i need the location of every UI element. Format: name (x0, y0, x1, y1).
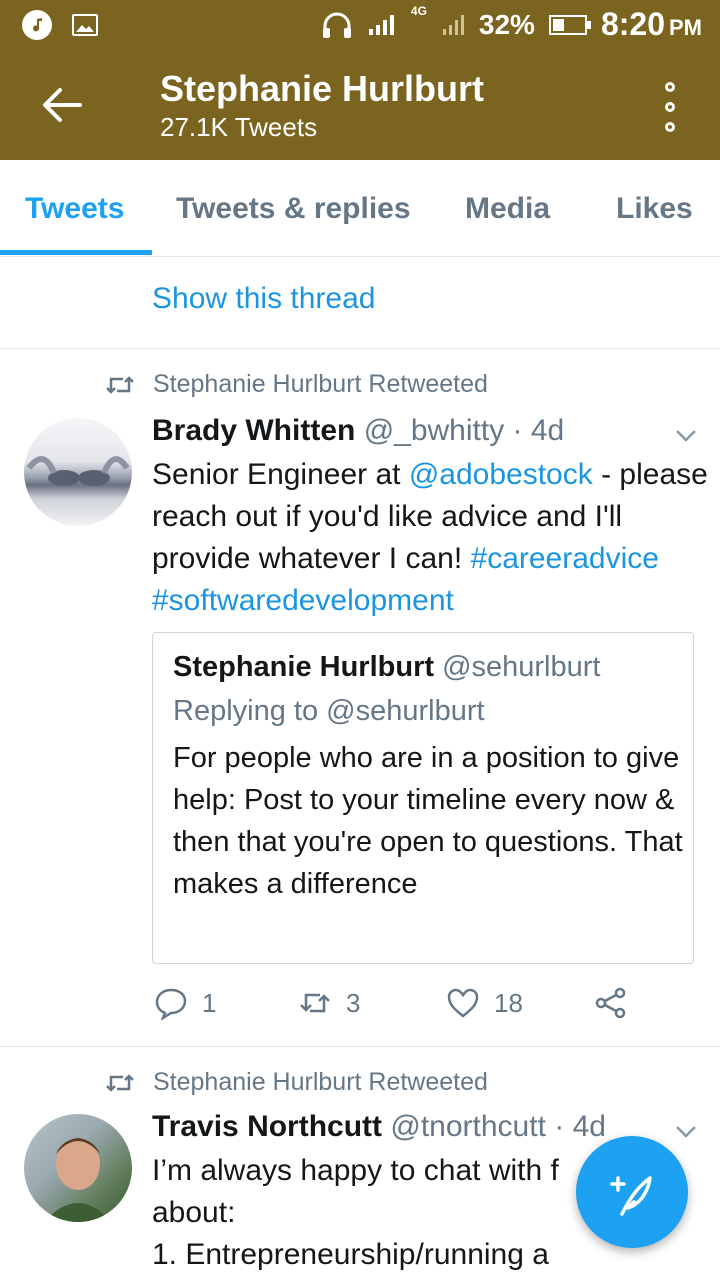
tweet-text: Senior Engineer at @adobestock - please … (152, 458, 708, 617)
like-button[interactable]: 18 (446, 986, 523, 1020)
replying-to: Replying to @sehurlburt (173, 695, 485, 727)
tweet-author[interactable]: Brady Whitten @_bwhitty · 4d (152, 414, 564, 448)
tab-tweets-replies[interactable]: Tweets & replies (176, 192, 411, 226)
profile-tabs: Tweets Tweets & replies Media Likes (0, 160, 720, 257)
reply-button[interactable]: 1 (154, 986, 216, 1020)
show-thread-link[interactable]: Show this thread (152, 282, 375, 316)
chevron-down-icon[interactable] (674, 428, 698, 444)
retweet-context: Stephanie Hurlburt Retweeted (105, 370, 488, 399)
clock: 8:20 PM (600, 6, 702, 42)
profile-name: Stephanie Hurlburt (160, 68, 485, 109)
share-button[interactable] (594, 986, 628, 1020)
tweet-text: I’m always happy to chat with f about: 1… (152, 1154, 559, 1271)
active-tab-indicator (0, 250, 152, 255)
quoted-text: For people who are in a position to give… (173, 742, 683, 900)
tab-tweets[interactable]: Tweets (25, 192, 124, 226)
retweet-icon (106, 375, 134, 394)
signal-icon-2 (442, 14, 464, 35)
gallery-icon (72, 14, 98, 36)
compose-tweet-button[interactable] (576, 1136, 688, 1248)
signal-icon (368, 14, 394, 35)
more-options-icon[interactable] (660, 82, 680, 132)
retweet-icon (106, 1073, 134, 1092)
tweet-count: 27.1K Tweets (160, 112, 318, 142)
battery-icon (548, 14, 591, 35)
heart-icon (447, 988, 479, 1018)
avatar[interactable] (24, 1114, 132, 1222)
network-type: 4G (410, 3, 427, 18)
retweet-icon (300, 993, 330, 1013)
compose-feather-icon (610, 1176, 652, 1216)
headphones-icon (322, 12, 351, 38)
divider (0, 1046, 720, 1047)
battery-percent: 32% (478, 8, 535, 40)
retweet-button[interactable]: 3 (298, 986, 360, 1020)
tab-media[interactable]: Media (465, 192, 550, 226)
reply-icon (155, 988, 187, 1020)
tweet-author[interactable]: Travis Northcutt @tnorthcutt · 4d (152, 1110, 606, 1144)
back-arrow-icon[interactable] (40, 82, 90, 128)
retweet-context: Stephanie Hurlburt Retweeted (105, 1068, 488, 1097)
quoted-tweet[interactable]: Stephanie Hurlburt @sehurlburt Replying … (152, 632, 694, 964)
share-icon (595, 987, 626, 1019)
music-icon (22, 10, 52, 40)
tweet-actions: 1 3 18 (152, 986, 712, 1026)
status-bar: 4G 32% 8:20 PM (0, 0, 720, 50)
divider (0, 348, 720, 349)
mention-link[interactable]: @adobestock (409, 458, 593, 491)
avatar[interactable] (24, 418, 132, 526)
tab-likes[interactable]: Likes (616, 192, 693, 226)
chevron-down-icon[interactable] (674, 1124, 698, 1140)
app-bar: Stephanie Hurlburt 27.1K Tweets (0, 50, 720, 160)
quoted-author: Stephanie Hurlburt @sehurlburt (173, 651, 601, 683)
